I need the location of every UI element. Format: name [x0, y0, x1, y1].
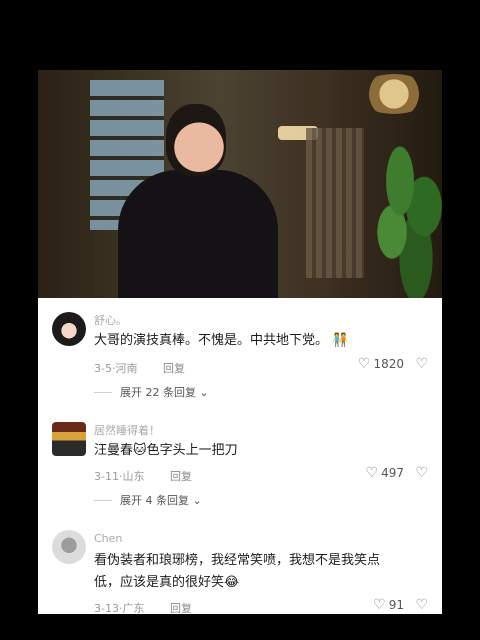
like-button[interactable]: ♡ 497 — [366, 465, 404, 481]
comment-text-part: 低，应该是真的很好笑 — [94, 575, 225, 590]
video-figure-head — [166, 104, 226, 176]
comment-text-part: 汪曼春 — [94, 443, 134, 458]
laughing-emoji-icon: 😂 — [224, 575, 240, 590]
comment-location: 广东 — [122, 602, 145, 614]
emoji-icon: 🧑‍🤝‍🧑 — [332, 333, 349, 348]
bottom-black-bar — [0, 614, 480, 640]
expand-replies-label: 展开 22 条回复 ⌄ — [120, 386, 209, 399]
comment-text-line: 看伪装者和琅琊榜，我经常笑喷，我想不是我笑点 — [94, 553, 381, 568]
expand-replies-button[interactable]: 展开 22 条回复 ⌄ — [94, 384, 209, 400]
comment-username[interactable]: 舒心。 — [94, 312, 127, 328]
dislike-icon[interactable]: ♡ — [415, 356, 428, 372]
comment-item: 舒心。 大哥的演技真棒。不愧是。中共地下党。 🧑‍🤝‍🧑 3-5·河南 回复 ♡… — [38, 298, 442, 408]
like-count: 1820 — [373, 357, 404, 371]
comment-date: 3-13 — [94, 602, 119, 614]
like-count: 91 — [388, 598, 404, 612]
dislike-icon[interactable]: ♡ — [415, 597, 428, 613]
expand-replies-label: 展开 4 条回复 ⌄ — [120, 494, 202, 507]
expand-replies-button[interactable]: 展开 4 条回复 ⌄ — [94, 492, 202, 508]
comment-date: 3-5 — [94, 362, 112, 375]
video-figure-body — [118, 170, 278, 298]
comment-text: 汪曼春🐱色字头上一把刀 — [94, 440, 238, 462]
comment-meta: 3-13·广东 回复 — [94, 600, 192, 614]
comment-location: 山东 — [122, 470, 145, 483]
video-ornament — [358, 74, 430, 114]
comment-list: 舒心。 大哥的演技真棒。不愧是。中共地下党。 🧑‍🤝‍🧑 3-5·河南 回复 ♡… — [38, 298, 442, 614]
expand-divider — [94, 499, 112, 501]
like-button[interactable]: ♡ 91 — [373, 597, 404, 613]
like-button[interactable]: ♡ 1820 — [358, 356, 404, 372]
reply-button[interactable]: 回复 — [170, 602, 192, 614]
comment-item: 居然睡得着！ 汪曼春🐱色字头上一把刀 3-11·山东 回复 ♡ 497 ♡ 展开… — [38, 410, 442, 514]
video-plant — [368, 130, 442, 298]
video-door — [306, 128, 364, 278]
comment-location: 河南 — [115, 362, 138, 375]
avatar[interactable] — [52, 422, 86, 456]
comment-meta: 3-11·山东 回复 — [94, 468, 192, 484]
reply-button[interactable]: 回复 — [170, 470, 192, 483]
expand-divider — [94, 391, 112, 393]
dislike-icon[interactable]: ♡ — [415, 465, 428, 481]
comment-text: 大哥的演技真棒。不愧是。中共地下党。 🧑‍🤝‍🧑 — [94, 330, 348, 352]
comment-text-body: 大哥的演技真棒。不愧是。中共地下党。 — [94, 333, 329, 348]
comment-meta: 3-5·河南 回复 — [94, 360, 185, 376]
comment-date: 3-11 — [94, 470, 119, 483]
heart-icon: ♡ — [357, 356, 371, 372]
heart-icon: ♡ — [365, 465, 379, 481]
avatar[interactable] — [52, 312, 86, 346]
video-player[interactable] — [38, 70, 442, 298]
heart-icon: ♡ — [373, 597, 386, 613]
avatar[interactable] — [52, 530, 86, 564]
comment-username[interactable]: Chen — [94, 532, 122, 545]
comment-text: 看伪装者和琅琊榜，我经常笑喷，我想不是我笑点 低，应该是真的很好笑😂 — [94, 550, 380, 594]
like-count: 497 — [381, 466, 404, 480]
reply-button[interactable]: 回复 — [163, 362, 185, 375]
comment-text-part: 色字头上一把刀 — [146, 443, 238, 458]
comment-username[interactable]: 居然睡得着！ — [94, 422, 160, 438]
comment-text-line: 低，应该是真的很好笑😂 — [94, 572, 380, 594]
cat-emoji-icon: 🐱 — [133, 443, 147, 458]
comment-item: Chen 看伪装者和琅琊榜，我经常笑喷，我想不是我笑点 低，应该是真的很好笑😂 … — [38, 520, 442, 614]
